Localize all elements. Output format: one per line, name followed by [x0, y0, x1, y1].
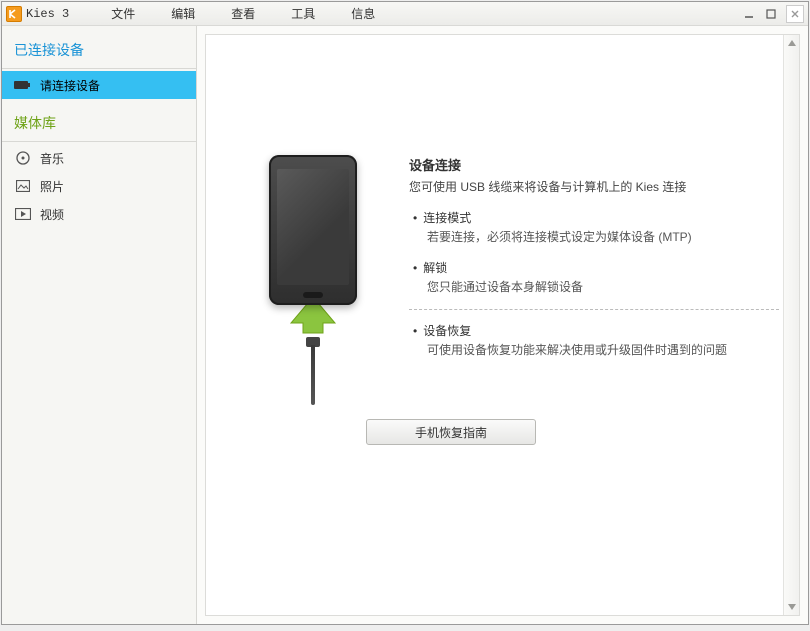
instruction-text: 设备连接 您可使用 USB 线缆来将设备与计算机上的 Kies 连接 连接模式 … — [409, 155, 779, 372]
sidebar-item-label: 视频 — [40, 206, 64, 223]
bullet-desc: 可使用设备恢复功能来解决使用或升级固件时遇到的问题 — [413, 341, 779, 358]
app-window: Kies 3 文件 编辑 查看 工具 信息 已连接设备 请连接设备 — [1, 1, 809, 625]
bullet-title: 连接模式 — [413, 209, 779, 226]
app-icon — [6, 6, 22, 22]
menu-tools[interactable]: 工具 — [273, 2, 333, 26]
photo-icon — [14, 179, 32, 193]
bullet-title: 解锁 — [413, 259, 779, 276]
sidebar-item-label: 请连接设备 — [40, 77, 100, 94]
sidebar-item-connect-device[interactable]: 请连接设备 — [2, 71, 196, 99]
usb-cable-icon — [311, 345, 315, 405]
menu-info[interactable]: 信息 — [333, 2, 393, 26]
sidebar-item-label: 照片 — [40, 178, 64, 195]
divider — [409, 309, 779, 310]
sidebar-header-library: 媒体库 — [2, 107, 196, 139]
bullet-connect-mode: 连接模式 若要连接，必须将连接模式设定为媒体设备 (MTP) — [409, 209, 779, 245]
titlebar: Kies 3 文件 编辑 查看 工具 信息 — [2, 2, 808, 26]
app-title: Kies 3 — [26, 7, 69, 21]
sidebar-item-videos[interactable]: 视频 — [2, 200, 196, 228]
bullet-desc: 若要连接，必须将连接模式设定为媒体设备 (MTP) — [413, 228, 779, 245]
scroll-up-icon[interactable] — [784, 35, 799, 51]
sidebar-item-music[interactable]: 音乐 — [2, 144, 196, 172]
menu-edit[interactable]: 编辑 — [153, 2, 213, 26]
device-illustration — [246, 155, 379, 405]
music-icon — [14, 151, 32, 165]
maximize-button[interactable] — [760, 5, 782, 23]
main-subtitle: 您可使用 USB 线缆来将设备与计算机上的 Kies 连接 — [409, 178, 779, 195]
menu-file[interactable]: 文件 — [93, 2, 153, 26]
menu-view[interactable]: 查看 — [213, 2, 273, 26]
bullet-recovery: 设备恢复 可使用设备恢复功能来解决使用或升级固件时遇到的问题 — [409, 322, 779, 358]
minimize-button[interactable] — [738, 5, 760, 23]
main-heading: 设备连接 — [409, 155, 779, 174]
scroll-down-icon[interactable] — [784, 599, 799, 615]
bullet-title: 设备恢复 — [413, 322, 779, 339]
sidebar-item-photos[interactable]: 照片 — [2, 172, 196, 200]
main-content: 设备连接 您可使用 USB 线缆来将设备与计算机上的 Kies 连接 连接模式 … — [205, 34, 800, 616]
vertical-scrollbar[interactable] — [783, 35, 799, 615]
bullet-unlock: 解锁 您只能通过设备本身解锁设备 — [409, 259, 779, 295]
sidebar-item-label: 音乐 — [40, 150, 64, 167]
device-icon — [14, 78, 32, 92]
sidebar: 已连接设备 请连接设备 媒体库 音乐 照片 — [2, 26, 197, 624]
sidebar-header-connected: 已连接设备 — [2, 34, 196, 66]
close-button[interactable] — [786, 5, 804, 23]
bullet-desc: 您只能通过设备本身解锁设备 — [413, 278, 779, 295]
recovery-guide-button[interactable]: 手机恢复指南 — [366, 419, 536, 445]
video-icon — [14, 207, 32, 221]
phone-icon — [269, 155, 357, 305]
